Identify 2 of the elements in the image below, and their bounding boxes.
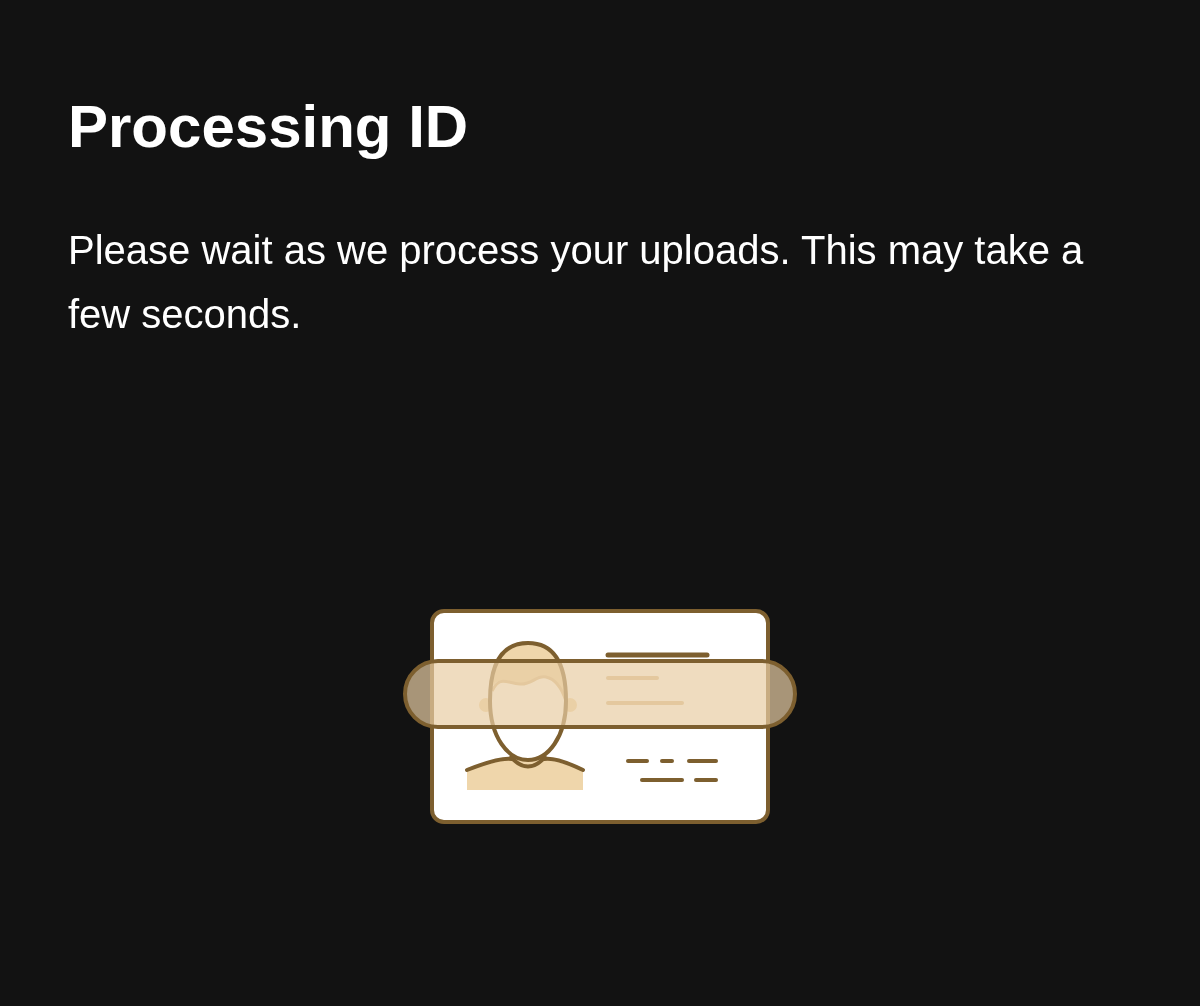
- processing-message: Please wait as we process your uploads. This may take a few seconds.: [68, 227, 1085, 338]
- page-title: Processing ID: [68, 92, 469, 162]
